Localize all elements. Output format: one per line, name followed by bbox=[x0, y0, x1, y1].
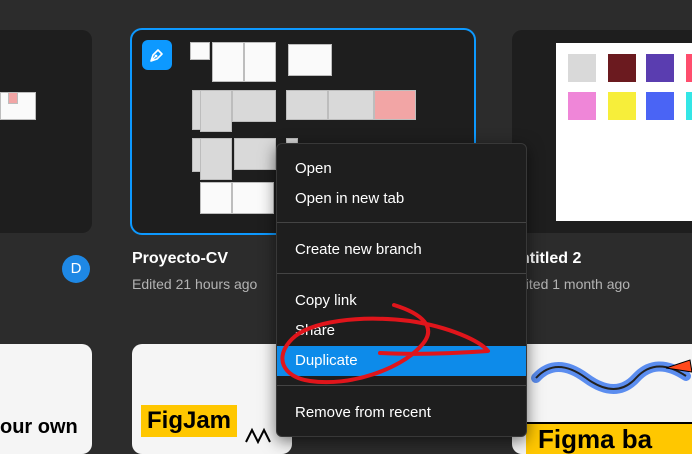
figjam-label: FigJam bbox=[141, 405, 238, 437]
thumbnail-frame bbox=[0, 92, 36, 120]
file-title[interactable]: ntitled 2 bbox=[520, 250, 581, 268]
color-swatch bbox=[568, 54, 596, 82]
avatar: D bbox=[62, 255, 90, 283]
color-swatch bbox=[686, 54, 692, 82]
menu-item-open[interactable]: Open bbox=[277, 154, 526, 184]
color-swatch bbox=[646, 92, 674, 120]
template-card-figma-basics[interactable]: Figma ba bbox=[512, 344, 692, 454]
file-edited-time: dited 1 month ago bbox=[518, 276, 631, 292]
red-annotation-circle bbox=[280, 303, 490, 385]
design-file-pen-icon bbox=[142, 40, 172, 70]
template-card-left[interactable]: our own bbox=[0, 344, 92, 454]
color-swatch bbox=[568, 92, 596, 120]
thumbnail-frame bbox=[8, 92, 18, 104]
file-card-untitled-2[interactable] bbox=[512, 30, 692, 233]
menu-divider bbox=[277, 273, 526, 274]
template-card-text: our own bbox=[0, 416, 78, 438]
figma-basics-text: Figma ba bbox=[538, 424, 653, 454]
squiggle-illustration bbox=[531, 359, 692, 394]
color-swatch bbox=[608, 92, 636, 120]
menu-item-create-new-branch[interactable]: Create new branch bbox=[277, 235, 526, 265]
color-swatch bbox=[608, 54, 636, 82]
file-edited-time: Edited 21 hours ago bbox=[132, 276, 258, 292]
menu-item-remove-from-recent[interactable]: Remove from recent bbox=[277, 398, 526, 428]
menu-divider bbox=[277, 222, 526, 223]
file-title[interactable]: Proyecto-CV bbox=[132, 250, 228, 268]
menu-item-open-in-new-tab[interactable]: Open in new tab bbox=[277, 184, 526, 214]
color-swatch bbox=[686, 92, 692, 120]
file-card-left-partial[interactable] bbox=[0, 30, 92, 233]
color-swatch bbox=[646, 54, 674, 82]
